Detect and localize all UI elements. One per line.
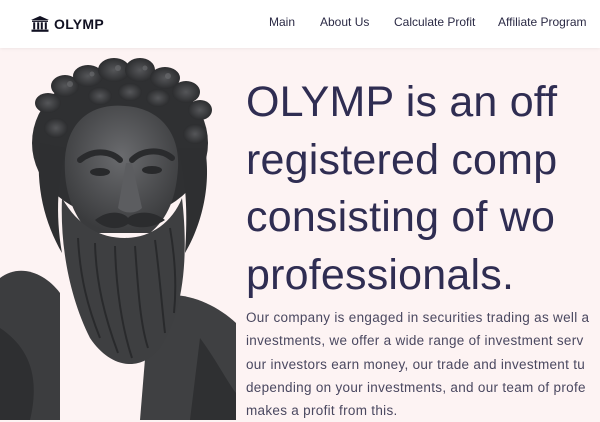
logo-text: OLYMP [54, 16, 104, 32]
zeus-statue-image [0, 48, 236, 420]
headline-line: registered comp [246, 135, 558, 184]
hero-headline: OLYMP is an off registered comp consisti… [246, 74, 600, 304]
description-line: depending on your investments, and our t… [246, 379, 586, 395]
temple-icon [31, 16, 49, 32]
nav-affiliate-program[interactable]: Affiliate Program [498, 15, 586, 29]
nav-calculate-profit[interactable]: Calculate Profit [394, 15, 475, 29]
description-line: makes a profit from this. [246, 403, 398, 419]
nav-about-us[interactable]: About Us [320, 15, 369, 29]
description-line: investments, we offer a wide range of in… [246, 333, 584, 349]
headline-line: consisting of wo [246, 193, 556, 241]
site-header: OLYMP Main About Us Calculate Profit Aff… [0, 0, 600, 48]
hero-description: Our company is engaged in securities tra… [246, 306, 600, 422]
headline-line: professionals. [246, 250, 515, 299]
headline-line: OLYMP is an off [246, 78, 558, 126]
logo[interactable]: OLYMP [31, 14, 104, 34]
description-line: Our company is engaged in securities tra… [246, 310, 590, 325]
nav-main[interactable]: Main [269, 15, 295, 29]
description-line: our investors earn money, our trade and … [246, 356, 586, 372]
